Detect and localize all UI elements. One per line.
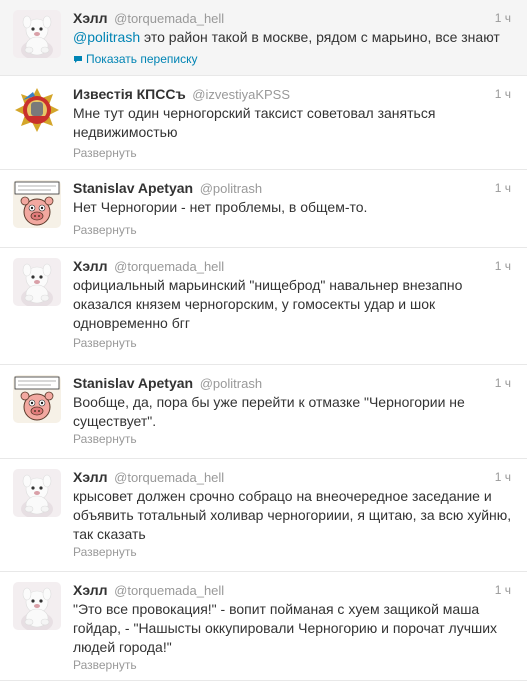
tweet[interactable]: Известія КПССъ @izvestiyaKPSS 1 ч Мне ту…	[0, 76, 527, 170]
avatar-image	[13, 86, 61, 134]
tweet-header: Stanislav Apetyan @politrash 1 ч	[73, 374, 515, 392]
author-fullname[interactable]: Хэлл	[73, 582, 108, 598]
action-label: Развернуть	[73, 432, 137, 446]
tweet[interactable]: Хэлл @torquemada_hell 1 ч официальный ма…	[0, 248, 527, 365]
expand-link[interactable]: Развернуть	[73, 657, 137, 673]
author-username[interactable]: @izvestiyaKPSS	[192, 87, 290, 102]
avatar-image	[13, 10, 61, 58]
tweet[interactable]: Stanislav Apetyan @politrash 1 ч Нет Чер…	[0, 170, 527, 248]
avatar[interactable]	[13, 258, 61, 306]
avatar[interactable]	[13, 10, 61, 58]
tweet-text: "Это все провокация!" - вопит пойманая с…	[73, 600, 513, 657]
tweet-body: это район такой в москве, рядом с марьин…	[140, 29, 500, 45]
avatar-image	[13, 582, 61, 630]
tweet-text: @politrash это район такой в москве, ряд…	[73, 28, 513, 47]
action-label: Развернуть	[73, 336, 137, 350]
tweet-header: Известія КПССъ @izvestiyaKPSS 1 ч	[73, 85, 515, 103]
avatar[interactable]	[13, 180, 61, 228]
author-fullname[interactable]: Известія КПССъ	[73, 86, 186, 102]
tweet[interactable]: Хэлл @torquemada_hell 1 ч "Это все прово…	[0, 572, 527, 681]
tweet[interactable]: Хэлл @torquemada_hell 1 ч @politrash это…	[0, 0, 527, 76]
author-fullname[interactable]: Хэлл	[73, 469, 108, 485]
tweet-body: официальный марьинский "нищеброд" наваль…	[73, 277, 463, 331]
author-username[interactable]: @torquemada_hell	[114, 259, 224, 274]
action-label: Развернуть	[73, 545, 137, 559]
avatar[interactable]	[13, 582, 61, 630]
avatar-image	[13, 180, 61, 228]
tweet-header: Хэлл @torquemada_hell 1 ч	[73, 257, 515, 275]
tweet[interactable]: Хэлл @torquemada_hell 1 ч крысовет долже…	[0, 459, 527, 572]
tweet-body: Мне тут один черногорский таксист совето…	[73, 105, 436, 140]
author-fullname[interactable]: Хэлл	[73, 10, 108, 26]
conversation-icon	[73, 52, 83, 63]
tweet[interactable]: Stanislav Apetyan @politrash 1 ч Вообще,…	[0, 365, 527, 459]
tweet-text: официальный марьинский "нищеброд" наваль…	[73, 276, 513, 333]
tweet-body: "Это все провокация!" - вопит пойманая с…	[73, 601, 498, 655]
action-label: Развернуть	[73, 146, 137, 160]
tweet-timestamp[interactable]: 1 ч	[495, 468, 511, 486]
avatar-image	[13, 375, 61, 423]
avatar[interactable]	[13, 86, 61, 134]
tweet-timestamp[interactable]: 1 ч	[495, 374, 511, 392]
tweet-header: Хэлл @torquemada_hell 1 ч	[73, 468, 515, 486]
action-label: Показать переписку	[86, 52, 198, 66]
author-username[interactable]: @torquemada_hell	[114, 583, 224, 598]
expand-link[interactable]: Развернуть	[73, 145, 137, 161]
avatar-image	[13, 469, 61, 517]
tweet-header: Stanislav Apetyan @politrash 1 ч	[73, 179, 515, 197]
tweet-text: Мне тут один черногорский таксист совето…	[73, 104, 513, 142]
tweet-timestamp[interactable]: 1 ч	[495, 9, 511, 27]
tweet-text: Вообще, да, пора бы уже перейти к отмазк…	[73, 393, 513, 431]
tweet-header: Хэлл @torquemada_hell 1 ч	[73, 581, 515, 599]
tweet-text: крысовет должен срочно собрацо на внеоче…	[73, 487, 513, 544]
avatar[interactable]	[13, 375, 61, 423]
mention-link[interactable]: @politrash	[73, 29, 140, 45]
tweet-header: Хэлл @torquemada_hell 1 ч	[73, 9, 515, 27]
tweet-body: Нет Черногории - нет проблемы, в общем-т…	[73, 199, 368, 215]
tweet-body: крысовет должен срочно собрацо на внеоче…	[73, 488, 512, 542]
author-username[interactable]: @torquemada_hell	[114, 11, 224, 26]
expand-link[interactable]: Развернуть	[73, 431, 137, 447]
action-label: Развернуть	[73, 658, 137, 672]
tweet-timestamp[interactable]: 1 ч	[495, 257, 511, 275]
show-conversation-link[interactable]: Показать переписку	[73, 51, 197, 67]
tweet-timestamp[interactable]: 1 ч	[495, 85, 511, 103]
tweet-body: Вообще, да, пора бы уже перейти к отмазк…	[73, 394, 465, 429]
tweet-timestamp[interactable]: 1 ч	[495, 581, 511, 599]
expand-link[interactable]: Развернуть	[73, 222, 137, 238]
avatar-image	[13, 258, 61, 306]
author-username[interactable]: @torquemada_hell	[114, 470, 224, 485]
author-fullname[interactable]: Хэлл	[73, 258, 108, 274]
expand-link[interactable]: Развернуть	[73, 335, 137, 351]
tweet-timeline: Хэлл @torquemada_hell 1 ч @politrash это…	[0, 0, 527, 681]
tweet-timestamp[interactable]: 1 ч	[495, 179, 511, 197]
avatar[interactable]	[13, 469, 61, 517]
action-label: Развернуть	[73, 223, 137, 237]
expand-link[interactable]: Развернуть	[73, 544, 137, 560]
author-fullname[interactable]: Stanislav Apetyan	[73, 180, 193, 196]
author-username[interactable]: @politrash	[200, 181, 262, 196]
author-fullname[interactable]: Stanislav Apetyan	[73, 375, 193, 391]
tweet-text: Нет Черногории - нет проблемы, в общем-т…	[73, 198, 513, 217]
author-username[interactable]: @politrash	[200, 376, 262, 391]
